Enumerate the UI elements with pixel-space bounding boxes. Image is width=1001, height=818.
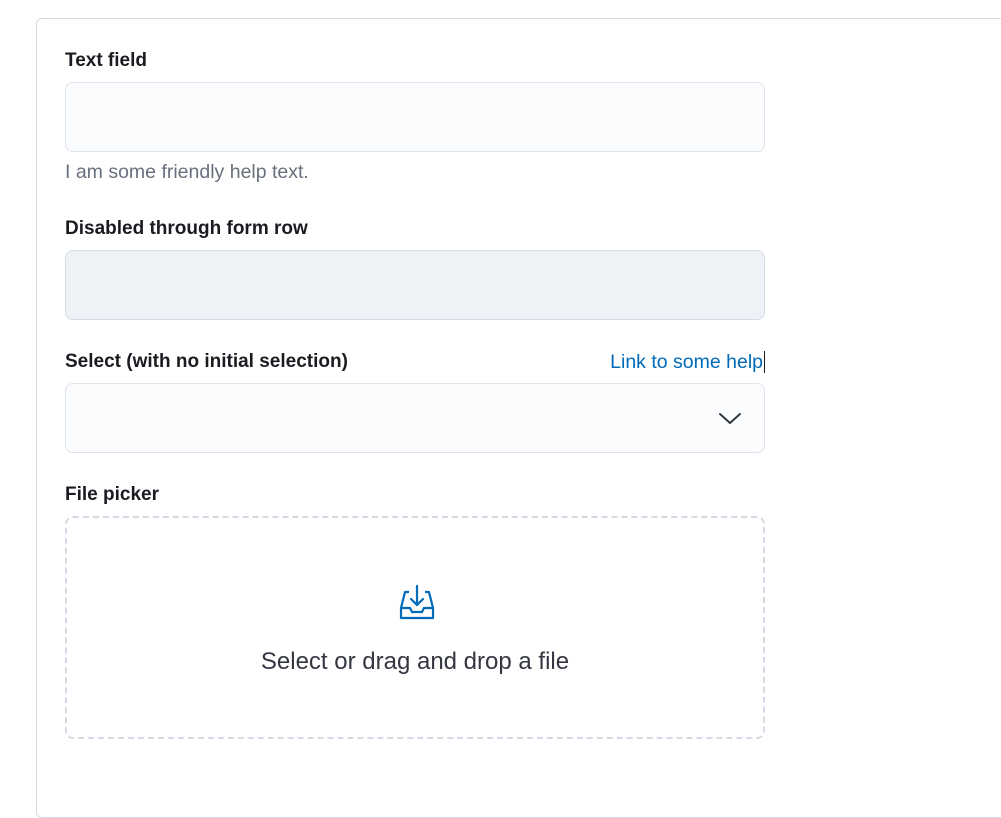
text-field-input[interactable] <box>65 82 765 152</box>
file-picker-label: File picker <box>65 484 159 505</box>
file-picker-row: File picker <box>65 484 765 506</box>
disabled-field-label: Disabled through form row <box>65 218 308 239</box>
disabled-field-input <box>65 250 765 320</box>
disabled-field-row: Disabled through form row <box>65 218 765 240</box>
select-field-label: Select (with no initial selection) <box>65 351 348 372</box>
file-picker-prompt: Select or drag and drop a file <box>260 648 570 675</box>
help-link[interactable]: Link to some help <box>610 351 765 373</box>
select-field-row: Select (with no initial selection) Link … <box>65 351 765 373</box>
text-field-help-text: I am some friendly help text. <box>65 161 309 183</box>
text-field-label: Text field <box>65 50 147 71</box>
file-picker-dropzone[interactable]: Select or drag and drop a file <box>65 516 765 739</box>
chevron-down-icon <box>718 408 742 428</box>
select-field[interactable] <box>65 383 765 453</box>
inbox-download-icon <box>397 582 437 622</box>
text-field-row: Text field <box>65 50 765 72</box>
